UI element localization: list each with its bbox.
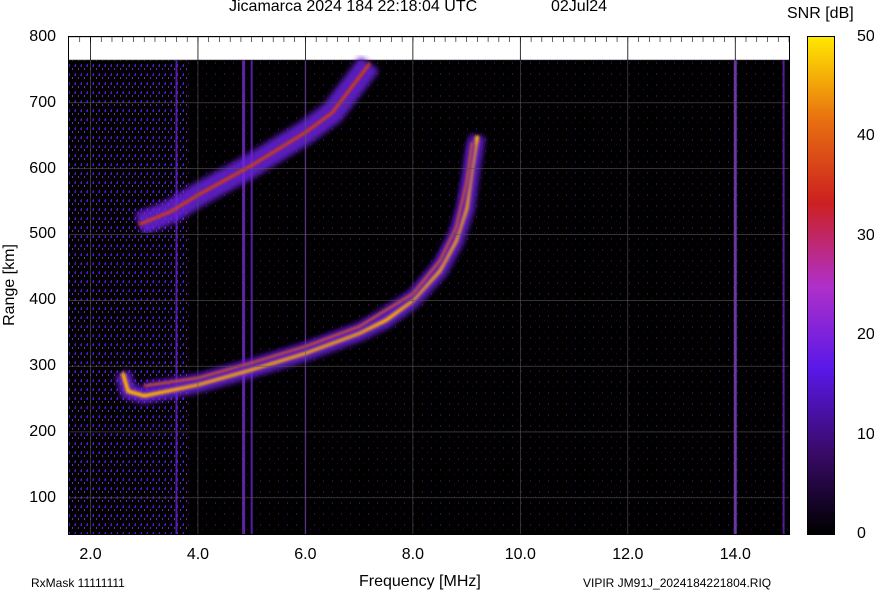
x-tick-label-5: 12.0 [612, 546, 644, 563]
no-data-band [69, 37, 789, 61]
y-tick-label-0: 100 [29, 488, 56, 506]
background-noise [187, 60, 789, 534]
colorbar-label: SNR [dB] [787, 5, 854, 22]
x-tick-label-4: 10.0 [504, 546, 536, 563]
chart-title: Jicamarca 2024 184 22:18:04 UTC [229, 0, 478, 15]
interference-line-2 [250, 60, 253, 534]
y-tick-label-2: 300 [29, 357, 56, 375]
x-tick-label-0: 2.0 [79, 546, 102, 563]
x-tick-label-2: 6.0 [294, 546, 317, 563]
y-tick-label-1: 200 [29, 422, 56, 440]
colorbar-tick-label-1: 10 [857, 425, 874, 443]
y-tick-label-6: 700 [29, 93, 56, 111]
y-tick-label-3: 400 [29, 291, 56, 309]
x-tick-label-6: 14.0 [719, 546, 751, 563]
x-tick-label-3: 8.0 [401, 546, 424, 563]
file-label: VIPIR JM91J_2024184221804.RIQ [583, 576, 772, 590]
colorbar-gradient [808, 37, 834, 534]
rxmask-label: RxMask 11111111 [31, 576, 125, 590]
x-tick-label-1: 4.0 [186, 546, 210, 563]
y-tick-label-5: 600 [29, 159, 56, 177]
chart-date: 02Jul24 [551, 0, 608, 15]
colorbar-tick-label-3: 30 [857, 226, 874, 244]
interference-line-1 [242, 60, 246, 534]
interference-line-0 [175, 60, 178, 534]
colorbar-tick-label-0: 0 [857, 525, 866, 542]
colorbar-tick-label-4: 40 [857, 127, 874, 145]
colorbar-tick-label-5: 50 [857, 28, 874, 45]
ionogram-heatmap [69, 37, 789, 534]
colorbar [807, 36, 835, 535]
x-axis-label: Frequency [MHz] [359, 573, 481, 590]
y-axis-label: Range [km] [1, 244, 18, 326]
interference-line-5 [782, 60, 785, 534]
y-tick-label-7: 800 [29, 28, 56, 45]
ionogram-plot [68, 36, 790, 535]
low-freq-interference [69, 60, 188, 534]
y-tick-label-4: 500 [29, 225, 56, 243]
colorbar-tick-label-2: 20 [857, 326, 874, 344]
